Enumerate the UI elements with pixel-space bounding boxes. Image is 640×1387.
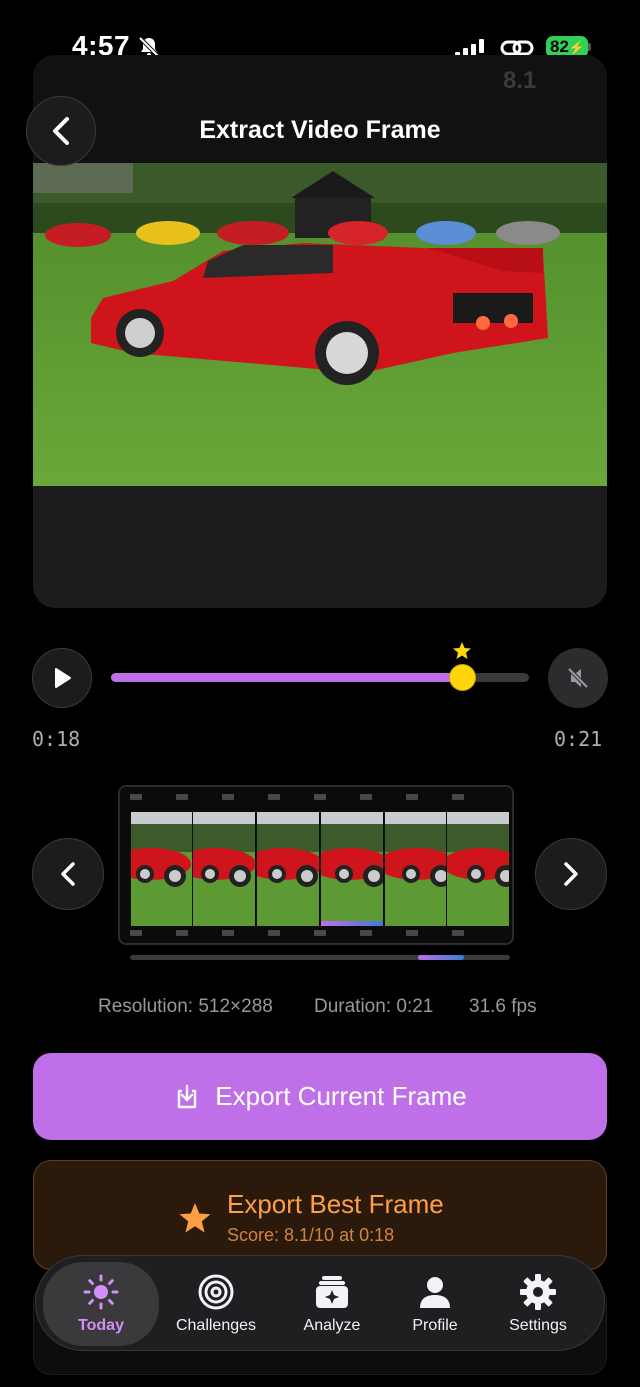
filmstrip-scroll-thumb[interactable] — [418, 955, 464, 960]
filmstrip-frame[interactable] — [446, 812, 509, 926]
frame-filmstrip[interactable] — [118, 785, 514, 945]
film-sprocket — [452, 930, 464, 936]
export-current-label: Export Current Frame — [215, 1081, 467, 1111]
download-tray-icon — [178, 1084, 197, 1108]
tab-label: Profile — [412, 1317, 458, 1334]
film-sprocket — [314, 794, 326, 800]
playback-progress — [111, 673, 463, 682]
film-sprocket — [222, 930, 234, 936]
overlay-score-badge: 8.1 — [503, 67, 537, 94]
tab-profile[interactable]: Profile — [383, 1262, 487, 1346]
film-sprocket — [406, 930, 418, 936]
battery-cap — [588, 43, 591, 51]
photo-stack-sparkle-icon — [316, 1276, 348, 1308]
tab-label: Today — [78, 1317, 124, 1334]
tab-analyze[interactable]: Analyze — [280, 1262, 384, 1346]
filmstrip-frame[interactable] — [130, 812, 193, 926]
selected-frame-indicator — [321, 921, 383, 926]
film-sprocket — [176, 794, 188, 800]
export-best-label: Export Best Frame — [227, 1189, 444, 1219]
sun-icon — [83, 1274, 119, 1310]
play-icon — [55, 668, 71, 688]
film-sprocket — [222, 794, 234, 800]
best-score-label: Score: 8.1/10 at 0:18 — [227, 1225, 395, 1245]
filmstrip-scrollbar[interactable] — [130, 955, 510, 960]
film-sprocket — [268, 794, 280, 800]
film-sprocket — [314, 930, 326, 936]
tab-challenges[interactable]: Challenges — [164, 1262, 268, 1346]
export-best-frame-button[interactable]: Export Best Frame Score: 8.1/10 at 0:18 — [33, 1160, 607, 1270]
page-title: Extract Video Frame — [199, 116, 441, 144]
current-time-label: 0:18 — [32, 727, 81, 751]
video-frame-image — [33, 163, 607, 486]
duration-label: 0:21 — [554, 727, 603, 751]
speaker-slash-icon — [567, 667, 589, 689]
duration-info-label: Duration: 0:21 — [314, 996, 434, 1017]
filmstrip-frame[interactable] — [384, 812, 447, 926]
chevron-left-icon — [61, 862, 75, 886]
filmstrip-frame[interactable] — [320, 812, 383, 926]
play-button[interactable] — [32, 648, 92, 708]
film-sprocket — [452, 794, 464, 800]
tab-bar: Today Challenges Analyze Profile Setting… — [35, 1255, 605, 1351]
film-sprocket — [360, 794, 372, 800]
tab-settings[interactable]: Settings — [486, 1262, 590, 1346]
filmstrip-frame[interactable] — [256, 812, 319, 926]
tab-today[interactable]: Today — [43, 1262, 159, 1346]
previous-frame-button[interactable] — [32, 838, 104, 910]
tab-label: Settings — [509, 1317, 567, 1334]
star-icon — [179, 1203, 211, 1233]
film-sprocket — [360, 930, 372, 936]
export-current-frame-button[interactable]: Export Current Frame — [33, 1053, 607, 1140]
playback-slider[interactable] — [111, 642, 529, 690]
tab-label: Challenges — [175, 1317, 257, 1334]
chevron-right-icon — [564, 862, 578, 886]
mute-button[interactable] — [548, 648, 608, 708]
film-sprocket — [268, 930, 280, 936]
resolution-label: Resolution: 512×288 — [98, 996, 273, 1017]
film-sprocket — [130, 930, 142, 936]
best-frame-star-icon — [453, 642, 472, 659]
film-sprocket — [406, 794, 418, 800]
gear-icon — [520, 1274, 556, 1310]
film-sprocket — [130, 794, 142, 800]
fps-label: 31.6 fps — [469, 996, 537, 1017]
target-icon — [198, 1274, 234, 1310]
playback-thumb[interactable] — [450, 665, 476, 690]
film-sprocket — [176, 930, 188, 936]
tab-label: Analyze — [303, 1317, 361, 1334]
next-frame-button[interactable] — [535, 838, 607, 910]
person-icon — [420, 1277, 450, 1308]
filmstrip-frame[interactable] — [192, 812, 255, 926]
